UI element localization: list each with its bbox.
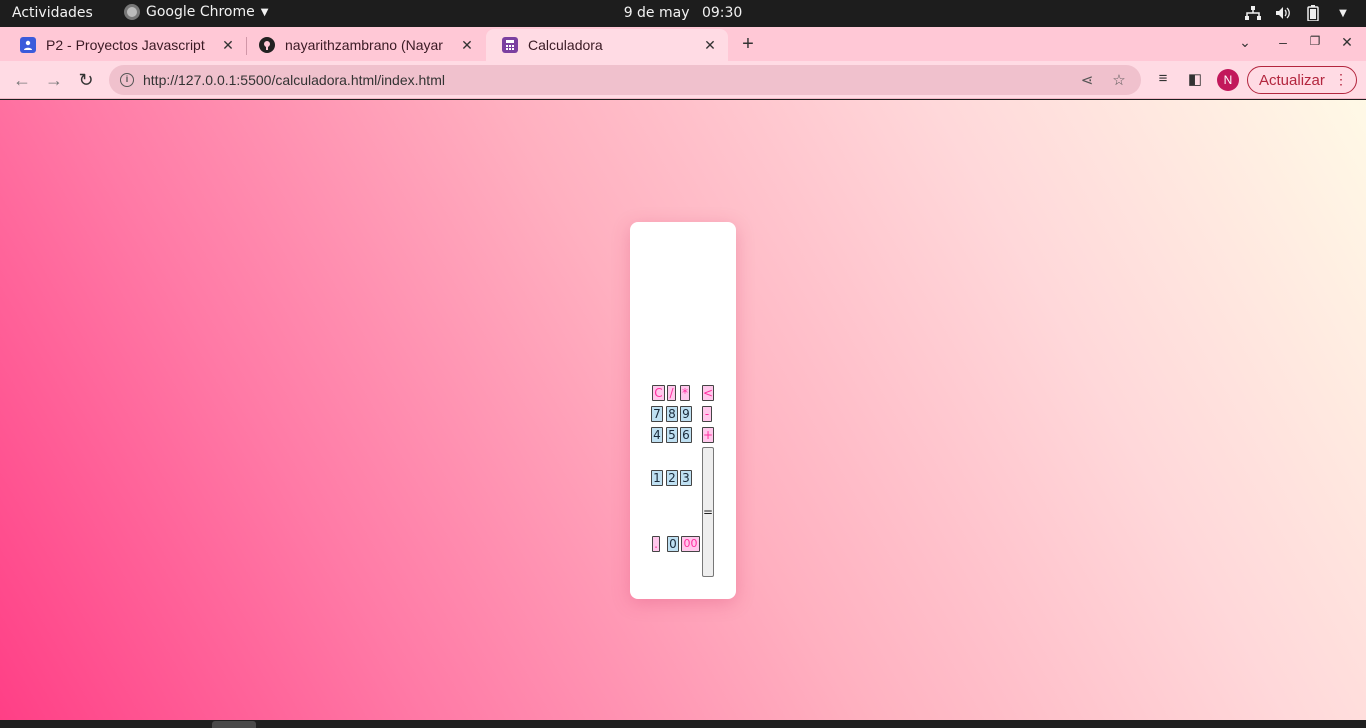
key-6[interactable]: 6 — [680, 427, 692, 443]
close-icon[interactable]: ✕ — [702, 37, 718, 54]
new-tab-button[interactable]: + — [738, 33, 758, 56]
tab-strip: P2 - Proyectos Javascript ✕ nayarithzamb… — [0, 27, 1366, 61]
profile-avatar[interactable]: N — [1217, 69, 1239, 91]
tab-calculadora[interactable]: Calculadora ✕ — [486, 29, 728, 61]
decimal-key[interactable]: . — [652, 536, 660, 552]
tab-title: nayarithzambrano (Nayar — [285, 37, 443, 53]
maximize-button[interactable]: ❐ — [1305, 34, 1325, 48]
close-icon[interactable]: ✕ — [459, 37, 475, 54]
key-4[interactable]: 4 — [651, 427, 663, 443]
key-9[interactable]: 9 — [680, 406, 692, 422]
browser-toolbar: ← → ↻ i http://127.0.0.1:5500/calculador… — [0, 61, 1366, 99]
calculator-icon — [502, 37, 518, 53]
reading-list-icon[interactable]: ≡ — [1153, 70, 1173, 90]
tab-github[interactable]: nayarithzambrano (Nayar ✕ — [243, 29, 485, 61]
key-0[interactable]: 0 — [667, 536, 679, 552]
horizontal-scroll-thumb[interactable] — [212, 721, 256, 728]
page-viewport: C / * < 7 8 9 - 4 5 6 + 1 2 3 = . 0 00 — [0, 100, 1366, 720]
calculator: C / * < 7 8 9 - 4 5 6 + 1 2 3 = . 0 00 — [630, 222, 736, 599]
system-tray[interactable]: ▼ — [1244, 4, 1352, 22]
key-3[interactable]: 3 — [680, 470, 692, 486]
clock[interactable]: 9 de may 09:30 — [0, 5, 1366, 21]
minus-key[interactable]: - — [702, 406, 712, 422]
share-icon[interactable]: ⋖ — [1077, 71, 1097, 89]
close-window-button[interactable]: ✕ — [1337, 34, 1357, 51]
divide-key[interactable]: / — [667, 385, 676, 401]
tab-proyectos[interactable]: P2 - Proyectos Javascript ✕ — [4, 29, 246, 61]
site-info-icon[interactable]: i — [120, 73, 134, 87]
clock-date: 9 de may — [623, 5, 690, 21]
github-icon — [259, 37, 275, 53]
key-5[interactable]: 5 — [666, 427, 678, 443]
backspace-key[interactable]: < — [702, 385, 714, 401]
address-bar[interactable]: i http://127.0.0.1:5500/calculadora.html… — [109, 65, 1141, 95]
battery-icon — [1304, 4, 1322, 22]
person-card-icon — [20, 37, 36, 53]
key-7[interactable]: 7 — [651, 406, 663, 422]
power-menu-icon: ▼ — [1339, 7, 1347, 19]
side-panel-icon[interactable]: ◧ — [1185, 70, 1205, 90]
clear-key[interactable]: C — [652, 385, 665, 401]
back-button[interactable]: ← — [11, 69, 33, 91]
minimize-button[interactable]: – — [1273, 34, 1293, 50]
equals-key[interactable]: = — [702, 447, 714, 577]
tab-title: Calculadora — [528, 37, 603, 53]
key-8[interactable]: 8 — [666, 406, 678, 422]
reload-button[interactable]: ↻ — [75, 69, 97, 91]
close-icon[interactable]: ✕ — [220, 37, 236, 54]
tab-search-icon[interactable]: ⌄ — [1235, 34, 1255, 51]
volume-icon — [1274, 4, 1292, 22]
system-top-bar: Actividades Google Chrome ▼ 9 de may 09:… — [0, 0, 1366, 27]
update-button-label: Actualizar — [1259, 71, 1325, 89]
calculator-display — [638, 232, 728, 372]
tab-title: P2 - Proyectos Javascript — [46, 37, 205, 53]
double-zero-key[interactable]: 00 — [681, 536, 700, 552]
more-menu-icon[interactable]: ⋮ — [1334, 71, 1348, 88]
url-text[interactable]: http://127.0.0.1:5500/calculadora.html/i… — [143, 72, 1077, 88]
bottom-edge — [0, 720, 1366, 728]
clock-time: 09:30 — [701, 5, 743, 21]
key-1[interactable]: 1 — [651, 470, 663, 486]
network-icon — [1244, 4, 1262, 22]
key-2[interactable]: 2 — [666, 470, 678, 486]
multiply-key[interactable]: * — [680, 385, 690, 401]
update-button[interactable]: Actualizar ⋮ — [1247, 66, 1357, 94]
forward-button[interactable]: → — [43, 69, 65, 91]
bookmark-star-icon[interactable]: ☆ — [1109, 71, 1129, 89]
plus-key[interactable]: + — [702, 427, 714, 443]
